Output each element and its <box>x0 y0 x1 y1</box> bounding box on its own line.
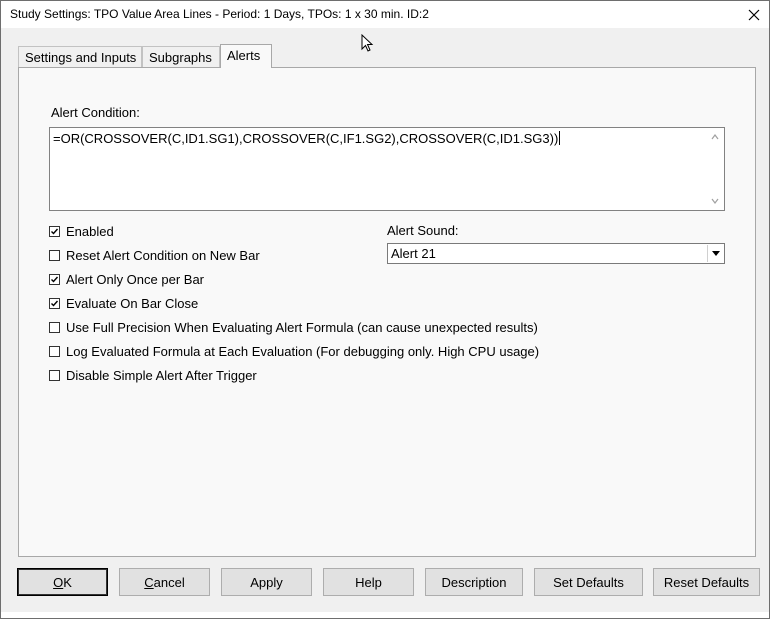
description-button[interactable]: Description <box>425 568 523 596</box>
reset-alert-checkbox[interactable] <box>49 249 60 261</box>
option-label: Alert Only Once per Bar <box>66 271 204 287</box>
button-label: Apply <box>250 574 283 590</box>
tab-alerts[interactable]: Alerts <box>220 44 272 68</box>
option-label: Disable Simple Alert After Trigger <box>66 367 257 383</box>
enabled-option[interactable]: Enabled <box>49 222 114 240</box>
alert-condition-label: Alert Condition: <box>51 105 140 120</box>
button-label: Help <box>355 574 382 590</box>
button-label: OK <box>53 574 72 590</box>
disable-simple-alert-option[interactable]: Disable Simple Alert After Trigger <box>49 366 257 384</box>
text-caret <box>559 131 561 145</box>
alert-sound-dropdown[interactable]: Alert 21 <box>387 243 725 264</box>
option-label: Use Full Precision When Evaluating Alert… <box>66 319 538 335</box>
scroll-down-icon[interactable] <box>710 196 720 206</box>
log-formula-option[interactable]: Log Evaluated Formula at Each Evaluation… <box>49 342 539 360</box>
option-label: Evaluate On Bar Close <box>66 295 199 311</box>
formula-scrollbar[interactable] <box>707 128 724 210</box>
enabled-checkbox[interactable] <box>49 225 60 237</box>
disable-simple-alert-checkbox[interactable] <box>49 369 60 381</box>
option-label: Log Evaluated Formula at Each Evaluation… <box>66 343 540 359</box>
window-title: Study Settings: TPO Value Area Lines - P… <box>10 7 429 21</box>
option-label: Reset Alert Condition on New Bar <box>66 247 260 263</box>
checkmark-icon <box>51 228 59 235</box>
reset-alert-option[interactable]: Reset Alert Condition on New Bar <box>49 246 260 264</box>
button-label: Reset Defaults <box>663 574 750 590</box>
alert-sound-label: Alert Sound: <box>387 223 459 238</box>
close-icon <box>748 9 760 20</box>
dropdown-button[interactable] <box>707 245 723 262</box>
full-precision-checkbox[interactable] <box>49 321 60 333</box>
study-settings-dialog: Study Settings: TPO Value Area Lines - P… <box>0 0 770 619</box>
scroll-up-icon[interactable] <box>710 132 720 142</box>
help-button[interactable]: Help <box>323 568 414 596</box>
evaluate-on-close-option[interactable]: Evaluate On Bar Close <box>49 294 198 312</box>
full-precision-option[interactable]: Use Full Precision When Evaluating Alert… <box>49 318 538 336</box>
reset-defaults-button[interactable]: Reset Defaults <box>653 568 760 596</box>
title-bar[interactable]: Study Settings: TPO Value Area Lines - P… <box>1 1 769 28</box>
evaluate-on-close-checkbox[interactable] <box>49 297 60 309</box>
button-label: Cancel <box>144 574 185 590</box>
alert-once-option[interactable]: Alert Only Once per Bar <box>49 270 204 288</box>
option-label: Enabled <box>66 223 114 239</box>
button-label: Set Defaults <box>553 574 624 590</box>
ok-button[interactable]: OK <box>17 568 108 596</box>
log-formula-checkbox[interactable] <box>49 345 60 357</box>
window-bottom-edge <box>1 612 769 618</box>
set-defaults-button[interactable]: Set Defaults <box>534 568 643 596</box>
tab-subgraphs[interactable]: Subgraphs <box>142 46 220 67</box>
alert-once-checkbox[interactable] <box>49 273 60 285</box>
button-label: Description <box>441 574 507 590</box>
tab-label: Subgraphs <box>149 50 212 65</box>
alert-sound-value: Alert 21 <box>391 246 436 261</box>
tab-label: Settings and Inputs <box>25 50 137 65</box>
alert-formula-text: =OR(CROSSOVER(C,ID1.SG1),CROSSOVER(C,IF1… <box>53 131 561 146</box>
cancel-button[interactable]: Cancel <box>119 568 210 596</box>
tab-label: Alerts <box>227 48 261 63</box>
apply-button[interactable]: Apply <box>221 568 312 596</box>
checkmark-icon <box>51 276 59 283</box>
tab-settings-and-inputs[interactable]: Settings and Inputs <box>18 46 142 67</box>
close-button[interactable] <box>739 1 769 28</box>
alert-formula-textarea[interactable]: =OR(CROSSOVER(C,ID1.SG1),CROSSOVER(C,IF1… <box>49 127 725 211</box>
mouse-cursor-icon <box>361 33 375 57</box>
chevron-down-icon <box>711 251 720 256</box>
checkmark-icon <box>51 300 59 307</box>
